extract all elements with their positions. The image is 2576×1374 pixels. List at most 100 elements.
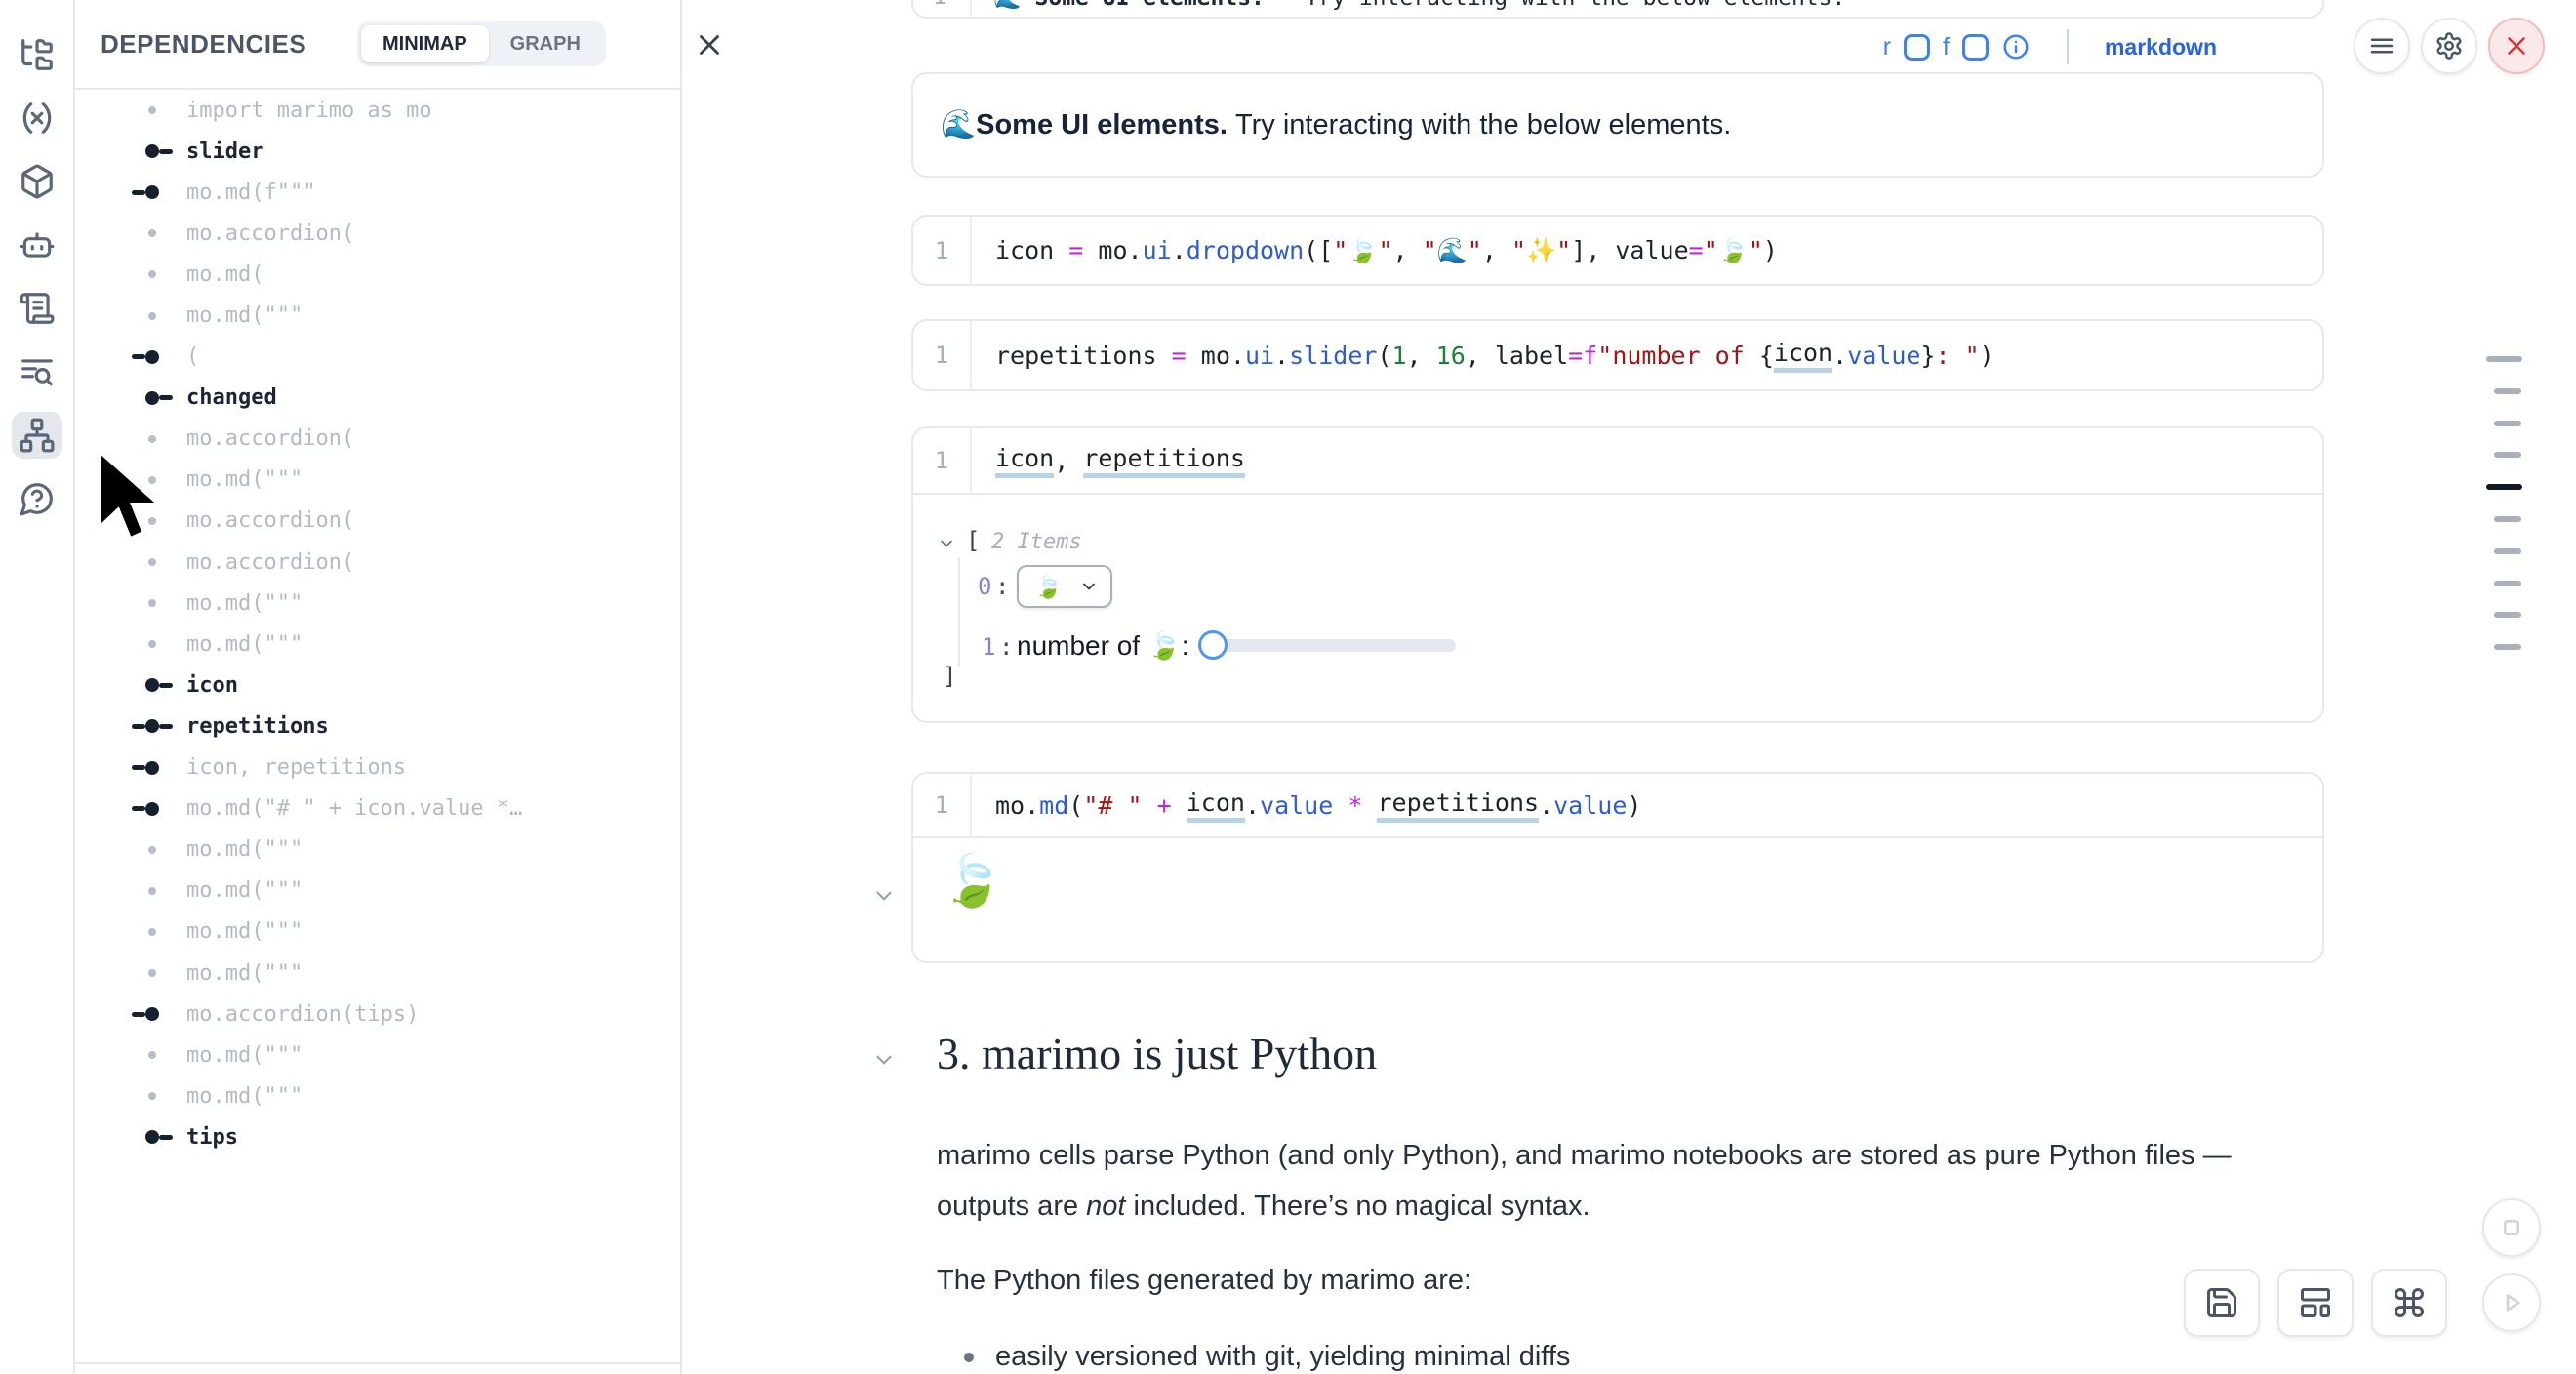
minimap-cell-row[interactable]: mo.accordion(tips) (75, 993, 680, 1034)
variable-port-icon (131, 665, 174, 706)
minimap-cell-row[interactable]: slider (75, 131, 680, 172)
packages-icon (19, 163, 56, 200)
variable-port-icon (131, 706, 174, 747)
variable-port-icon (131, 788, 174, 829)
notebook-menu-button[interactable] (2354, 18, 2410, 74)
cell-dot-icon (131, 254, 174, 295)
minimap-cell-label: mo.accordion( (186, 426, 354, 451)
cell-dot-icon (131, 583, 174, 624)
info-button[interactable] (2001, 32, 2031, 61)
minimap-cell-row[interactable]: mo.accordion( (75, 213, 680, 254)
cell-mark[interactable] (2494, 548, 2521, 554)
minimap-cell-row[interactable]: mo.md(f""" (75, 172, 680, 213)
close-panel-button[interactable] (693, 28, 726, 61)
minimap-cell-row[interactable]: mo.md(""" (75, 624, 680, 665)
code-cell-tuple: 1 icon, repetitions [ 2 Items 0 : 🍃 1 : … (911, 426, 2324, 723)
repetitions-slider-track[interactable] (1198, 639, 1456, 652)
dependency-graph-icon (19, 417, 56, 454)
tree-collapse-button[interactable] (937, 534, 956, 553)
minimap-cell-label: mo.md(""" (186, 1043, 302, 1068)
tab-minimap[interactable]: MINIMAP (361, 25, 489, 62)
tab-graph[interactable]: GRAPH (489, 25, 602, 62)
minimap-cell-row[interactable]: icon (75, 665, 680, 706)
minimap-cell-list: import marimo as moslidermo.md(f"""mo.ac… (75, 90, 680, 1157)
paragraph: The Python files generated by marimo are… (937, 1265, 1471, 1297)
cell-mark[interactable] (2494, 516, 2521, 522)
minimap-cell-label: slider (186, 140, 263, 164)
cell-mark[interactable] (2494, 452, 2521, 458)
cell-mark[interactable] (2494, 388, 2521, 394)
minimap-cell-row[interactable]: mo.md(""" (75, 1075, 680, 1116)
minimap-cell-label: mo.md(""" (186, 303, 302, 328)
icon-dropdown-select[interactable]: 🍃 (1017, 565, 1112, 608)
cell-mark[interactable] (2494, 644, 2521, 650)
variable-port-icon (131, 993, 174, 1034)
snippets-icon (19, 353, 56, 390)
sidebar-ai-assistant-button[interactable] (12, 222, 62, 268)
sidebar-logs-button[interactable] (12, 285, 62, 332)
minimap-cell-row[interactable]: repetitions (75, 706, 680, 747)
line-number: 1 (913, 428, 972, 493)
minimap-cell-row[interactable]: mo.md("# " + icon.value *… (75, 788, 680, 829)
sidebar-file-tree-button[interactable] (12, 31, 62, 78)
minimap-cell-row[interactable]: tips (75, 1116, 680, 1157)
markdown-cell-editor[interactable]: 1 🌊 Some UI elements. Try interacting wi… (911, 0, 2324, 19)
settings-button[interactable] (2421, 18, 2477, 74)
minimap-cell-row[interactable]: mo.md(""" (75, 295, 680, 336)
cell-dot-icon (131, 870, 174, 911)
shutdown-button[interactable] (2488, 18, 2545, 74)
sidebar-help-button[interactable] (12, 475, 62, 522)
sidebar-snippets-button[interactable] (12, 348, 62, 395)
save-button[interactable] (2184, 1269, 2260, 1337)
cell-mark[interactable] (2494, 421, 2521, 426)
cell-mark[interactable] (2486, 356, 2522, 362)
repetitions-slider-handle[interactable] (1198, 630, 1228, 660)
minimap-cell-row[interactable]: mo.md(""" (75, 911, 680, 952)
minimap-cell-label: mo.md(""" (186, 878, 302, 903)
code-cell-md-expr: 1 mo.md("# " + icon.value * repetitions.… (911, 772, 2324, 963)
code-line[interactable]: repetitions = mo.ui.slider(1, 16, label=… (972, 321, 2322, 389)
reactive-checkbox[interactable] (1904, 34, 1930, 61)
markdown-cell-output: 🌊 Some UI elements. Try interacting with… (911, 72, 2324, 178)
minimap-cell-label: icon, repetitions (186, 755, 406, 780)
minimap-cell-row[interactable]: mo.md( (75, 254, 680, 295)
minimap-cell-row[interactable]: mo.md(""" (75, 829, 680, 870)
code-cell-slider[interactable]: 1 repetitions = mo.ui.slider(1, 16, labe… (911, 319, 2324, 391)
stop-button[interactable] (2482, 1198, 2541, 1257)
code-line[interactable]: icon, repetitions (972, 428, 2322, 493)
language-markdown-button[interactable]: markdown (2105, 34, 2217, 61)
code-line[interactable]: icon = mo.ui.dropdown(["🍃", "🌊", "✨"], v… (972, 217, 2322, 284)
run-button[interactable] (2482, 1273, 2541, 1332)
file-tree-icon (19, 36, 56, 73)
fstring-checkbox[interactable] (1962, 34, 1989, 61)
minimap-cell-row[interactable]: icon, repetitions (75, 748, 680, 788)
minimap-cell-row[interactable]: ( (75, 337, 680, 378)
cell-fold-button[interactable] (871, 883, 897, 909)
sidebar-packages-button[interactable] (12, 158, 62, 205)
current-cell-mark[interactable] (2486, 484, 2522, 490)
close-icon (2502, 31, 2531, 61)
command-palette-button[interactable] (2371, 1269, 2447, 1337)
minimap-cell-row[interactable]: mo.md(""" (75, 583, 680, 624)
section-heading: 3. marimo is just Python (937, 1028, 1377, 1079)
code-line[interactable]: mo.md("# " + icon.value * repetitions.va… (972, 774, 2322, 836)
sidebar-dependency-graph-button[interactable] (12, 412, 62, 459)
code-cell-dropdown[interactable]: 1 icon = mo.ui.dropdown(["🍃", "🌊", "✨"],… (911, 215, 2324, 286)
minimap-cell-row[interactable]: import marimo as mo (75, 90, 680, 131)
section-fold-button[interactable] (871, 1047, 897, 1072)
layout-button[interactable] (2277, 1269, 2354, 1337)
sidebar-variables-button[interactable] (12, 95, 62, 141)
variable-port-icon (131, 172, 174, 213)
minimap-cell-row[interactable]: changed (75, 378, 680, 419)
dependencies-header: DEPENDENCIES MINIMAP GRAPH (75, 0, 680, 90)
cell-mark[interactable] (2494, 612, 2521, 618)
cell-mark[interactable] (2494, 581, 2521, 586)
stop-icon (2496, 1212, 2527, 1243)
minimap-cell-label: mo.md(""" (186, 919, 302, 944)
minimap-cell-label: import marimo as mo (186, 99, 432, 123)
tree-open-bracket: [ (966, 527, 980, 554)
minimap-cell-label: mo.accordion( (186, 550, 354, 575)
minimap-cell-row[interactable]: mo.md(""" (75, 952, 680, 993)
minimap-cell-row[interactable]: mo.md(""" (75, 870, 680, 911)
minimap-cell-row[interactable]: mo.md(""" (75, 1034, 680, 1075)
